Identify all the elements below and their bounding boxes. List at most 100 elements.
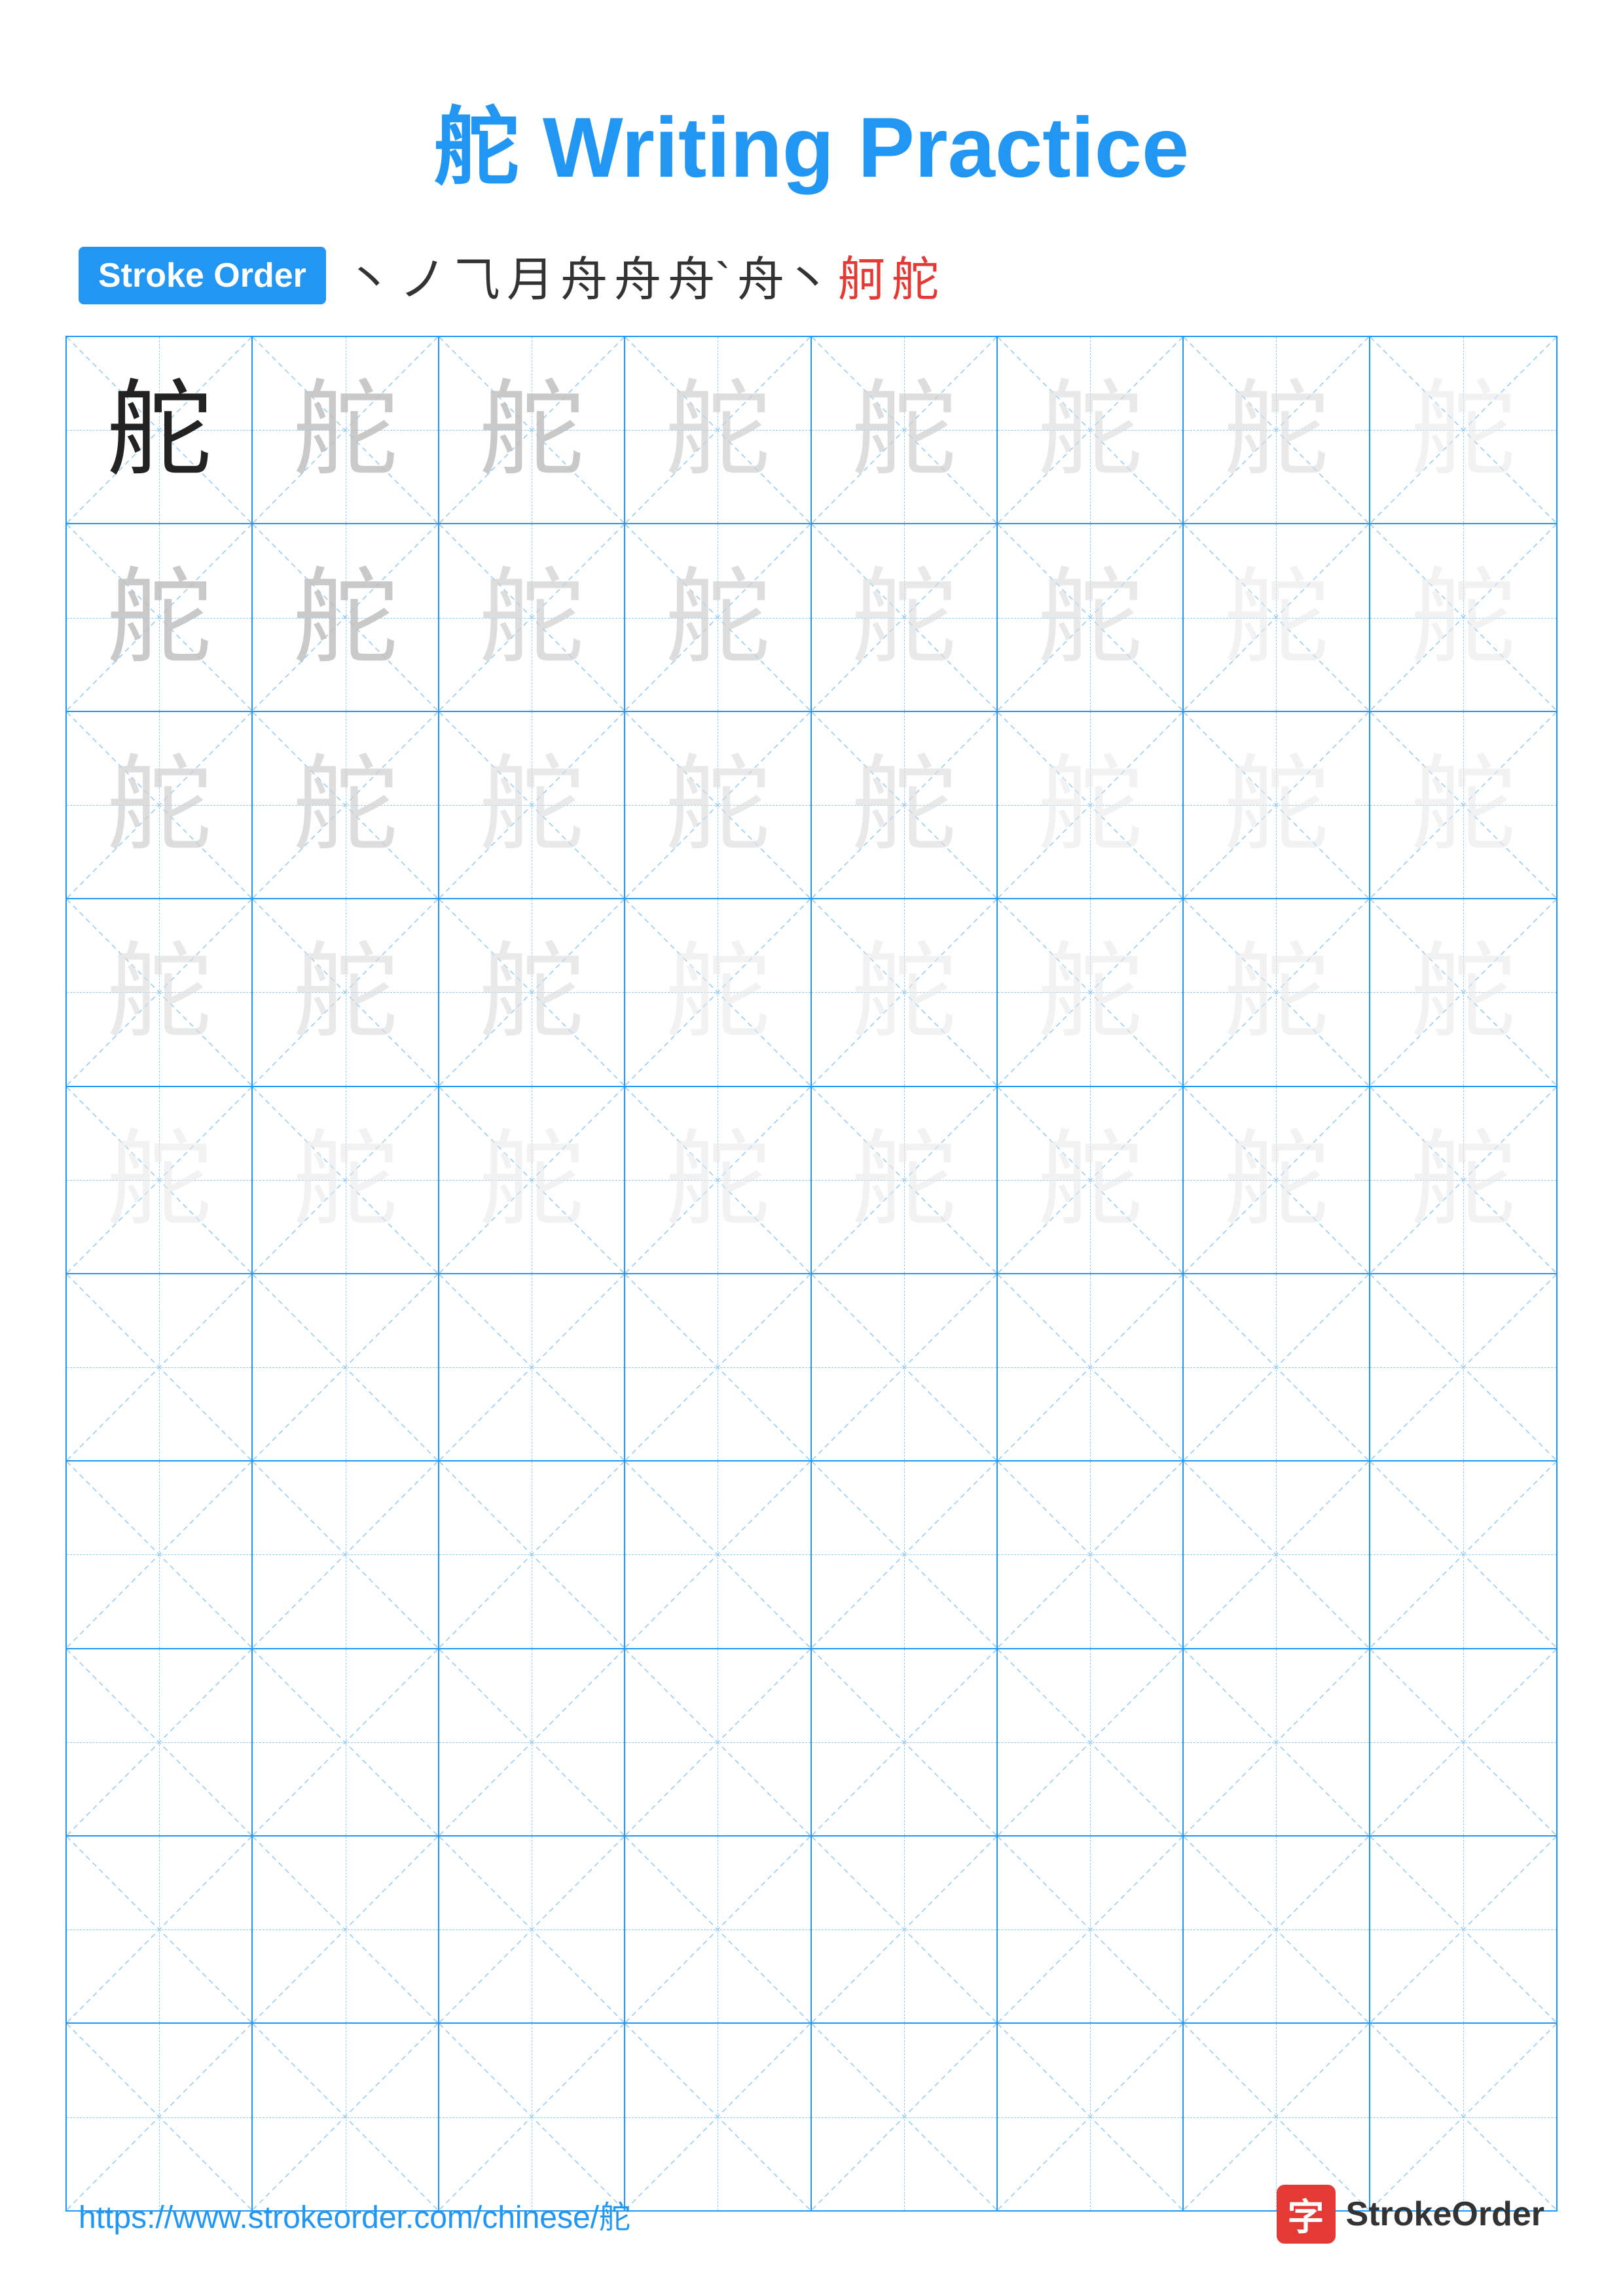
grid-cell[interactable] xyxy=(812,2024,998,2210)
grid-cell[interactable]: 舵 xyxy=(998,337,1184,523)
stroke-order-badge: Stroke Order xyxy=(79,247,326,304)
grid-cell[interactable] xyxy=(1184,1649,1370,1835)
grid-cell[interactable]: 舵 xyxy=(439,899,625,1085)
grid-cell[interactable]: 舵 xyxy=(439,524,625,710)
grid-cell[interactable] xyxy=(1184,1837,1370,2022)
grid-cell[interactable] xyxy=(812,1274,998,1460)
grid-cell[interactable] xyxy=(439,1649,625,1835)
grid-cell[interactable] xyxy=(253,1462,439,1647)
grid-cell[interactable] xyxy=(1370,1837,1556,2022)
grid-cell[interactable] xyxy=(439,1462,625,1647)
grid-cell[interactable] xyxy=(625,1837,811,2022)
grid-row: 舵 舵 舵 舵 舵 舵 舵 舵 xyxy=(67,1087,1556,1274)
grid-cell[interactable]: 舵 xyxy=(253,1087,439,1273)
grid-cell[interactable]: 舵 xyxy=(253,524,439,710)
grid-cell[interactable]: 舵 xyxy=(253,712,439,898)
grid-cell[interactable]: 舵 xyxy=(1184,712,1370,898)
grid-cell[interactable]: 舵 xyxy=(625,337,811,523)
grid-row: 舵 舵 舵 舵 舵 舵 舵 舵 xyxy=(67,524,1556,711)
grid-cell[interactable] xyxy=(439,2024,625,2210)
grid-cell[interactable]: 舵 xyxy=(253,899,439,1085)
grid-cell[interactable] xyxy=(998,1274,1184,1460)
grid-cell[interactable]: 舵 xyxy=(998,524,1184,710)
grid-cell[interactable] xyxy=(1370,1462,1556,1647)
grid-cell[interactable] xyxy=(625,1274,811,1460)
grid-cell[interactable] xyxy=(67,1649,253,1835)
grid-cell[interactable]: 舵 xyxy=(1184,1087,1370,1273)
grid-cell[interactable]: 舵 xyxy=(1184,899,1370,1085)
footer-url[interactable]: https://www.strokeorder.com/chinese/舵 xyxy=(79,2191,630,2237)
grid-row: 舵 舵 舵 舵 舵 舵 舵 舵 xyxy=(67,712,1556,899)
grid-cell[interactable] xyxy=(812,1462,998,1647)
logo-text: StrokeOrder xyxy=(1346,2195,1544,2234)
grid-cell[interactable]: 舵 xyxy=(812,1087,998,1273)
grid-cell[interactable] xyxy=(67,1837,253,2022)
footer: https://www.strokeorder.com/chinese/舵 字 … xyxy=(0,2185,1623,2244)
grid-cell[interactable] xyxy=(1370,1274,1556,1460)
logo-icon: 字 xyxy=(1277,2185,1336,2244)
grid-cell[interactable]: 舵 xyxy=(67,337,253,523)
grid-cell[interactable]: 舵 xyxy=(1370,524,1556,710)
grid-cell[interactable]: 舵 xyxy=(439,337,625,523)
grid-row xyxy=(67,1462,1556,1649)
grid-cell[interactable] xyxy=(67,1462,253,1647)
grid-cell[interactable] xyxy=(1184,1274,1370,1460)
grid-row xyxy=(67,1837,1556,2024)
grid-cell[interactable] xyxy=(67,2024,253,2210)
grid-cell[interactable]: 舵 xyxy=(998,712,1184,898)
grid-cell[interactable] xyxy=(812,1649,998,1835)
grid-cell[interactable]: 舵 xyxy=(1184,337,1370,523)
grid-cell[interactable] xyxy=(812,1837,998,2022)
grid-cell[interactable] xyxy=(625,1462,811,1647)
grid-cell[interactable] xyxy=(67,1274,253,1460)
grid-cell[interactable]: 舵 xyxy=(67,712,253,898)
grid-cell[interactable]: 舵 xyxy=(812,337,998,523)
grid-cell[interactable]: 舵 xyxy=(812,899,998,1085)
grid-cell[interactable] xyxy=(1184,2024,1370,2210)
grid-cell[interactable]: 舵 xyxy=(67,524,253,710)
grid-cell[interactable]: 舵 xyxy=(1370,337,1556,523)
grid-row xyxy=(67,1274,1556,1462)
grid-cell[interactable] xyxy=(625,1649,811,1835)
grid-cell[interactable] xyxy=(439,1837,625,2022)
grid-cell[interactable] xyxy=(998,1649,1184,1835)
grid-cell[interactable] xyxy=(625,2024,811,2210)
grid-cell[interactable]: 舵 xyxy=(1370,1087,1556,1273)
grid-cell[interactable]: 舵 xyxy=(67,1087,253,1273)
grid-cell[interactable] xyxy=(998,1837,1184,2022)
grid-row: 舵 舵 舵 舵 舵 舵 舵 舵 xyxy=(67,337,1556,524)
grid-cell[interactable]: 舵 xyxy=(1370,899,1556,1085)
grid-cell[interactable]: 舵 xyxy=(439,712,625,898)
grid-row xyxy=(67,2024,1556,2210)
grid-cell[interactable]: 舵 xyxy=(812,712,998,898)
stroke-order-chars: 丶 ノ ⺄ 月 舟 舟 舟` 舟丶 舸 舵 xyxy=(346,241,939,310)
grid-cell[interactable]: 舵 xyxy=(1370,712,1556,898)
grid-cell[interactable]: 舵 xyxy=(625,1087,811,1273)
grid-cell[interactable]: 舵 xyxy=(439,1087,625,1273)
grid-cell[interactable]: 舵 xyxy=(625,712,811,898)
grid-cell[interactable]: 舵 xyxy=(998,1087,1184,1273)
practice-grid: 舵 舵 舵 舵 舵 舵 舵 舵 xyxy=(65,336,1558,2212)
grid-cell[interactable] xyxy=(253,2024,439,2210)
grid-cell[interactable] xyxy=(253,1274,439,1460)
grid-cell[interactable] xyxy=(253,1837,439,2022)
grid-cell[interactable]: 舵 xyxy=(67,899,253,1085)
grid-cell[interactable]: 舵 xyxy=(998,899,1184,1085)
grid-cell[interactable]: 舵 xyxy=(625,524,811,710)
grid-cell[interactable] xyxy=(1184,1462,1370,1647)
grid-row xyxy=(67,1649,1556,1837)
grid-cell[interactable] xyxy=(253,1649,439,1835)
stroke-order-section: Stroke Order 丶 ノ ⺄ 月 舟 舟 舟` 舟丶 舸 舵 xyxy=(0,241,1623,310)
title-text: 舵 Writing Practice xyxy=(434,99,1189,195)
grid-cell[interactable] xyxy=(439,1274,625,1460)
grid-cell[interactable] xyxy=(998,2024,1184,2210)
footer-logo: 字 StrokeOrder xyxy=(1277,2185,1544,2244)
grid-cell[interactable]: 舵 xyxy=(1184,524,1370,710)
grid-cell[interactable]: 舵 xyxy=(812,524,998,710)
grid-cell[interactable]: 舵 xyxy=(253,337,439,523)
grid-cell[interactable]: 舵 xyxy=(625,899,811,1085)
grid-cell[interactable] xyxy=(1370,1649,1556,1835)
grid-cell[interactable] xyxy=(998,1462,1184,1647)
grid-cell[interactable] xyxy=(1370,2024,1556,2210)
grid-row: 舵 舵 舵 舵 舵 舵 舵 舵 xyxy=(67,899,1556,1086)
